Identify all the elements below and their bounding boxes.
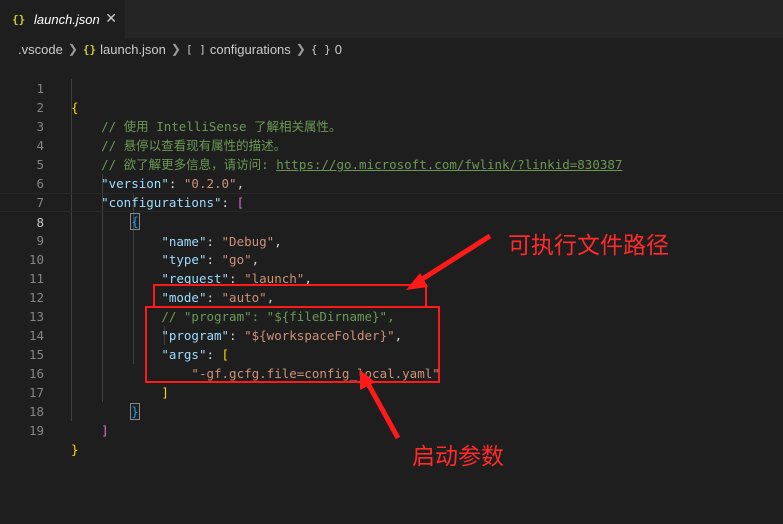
breadcrumb-item-launch-json[interactable]: {} launch.json — [83, 42, 166, 57]
code-line: 1 { — [36, 81, 79, 115]
array-icon: [ ] — [185, 42, 206, 56]
json-file-icon: {} — [82, 42, 97, 56]
breadcrumb-item-vscode[interactable]: .vscode — [18, 42, 63, 57]
tab-bar: {} launch.json ✕ — [0, 0, 783, 38]
json-file-icon: {} — [12, 12, 26, 26]
breadcrumb-label: .vscode — [18, 41, 63, 57]
code-line: 2 // 使用 IntelliSense 了解相关属性。 — [36, 100, 342, 134]
code-line-current: 8 "name": "Debug", — [0, 193, 783, 249]
object-icon: { } — [310, 42, 331, 56]
chevron-right-icon: ❯ — [67, 42, 78, 56]
code-line: 18 ] — [28, 404, 109, 438]
code-line: 3 // 悬停以查看现有属性的描述。 — [36, 119, 287, 153]
tab-launch-json[interactable]: {} launch.json ✕ — [0, 0, 125, 38]
breadcrumb-label: 0 — [334, 41, 342, 57]
program-annotation-label: 可执行文件路径 — [508, 233, 669, 259]
program-highlight-box — [153, 284, 427, 308]
code-line: 4 // 欲了解更多信息，请访问: https://go.microsoft.c… — [36, 138, 623, 172]
breadcrumb-item-0[interactable]: { } 0 — [311, 42, 342, 57]
breadcrumb: .vscode ❯ {} launch.json ❯ [ ] configura… — [0, 38, 783, 60]
args-highlight-box — [145, 306, 440, 383]
code-line: 5 "version": "0.2.0", — [36, 157, 245, 191]
code-line: 19 } — [28, 423, 79, 457]
chevron-right-icon: ❯ — [170, 42, 181, 56]
breadcrumb-label: launch.json — [100, 41, 166, 57]
args-annotation-label: 启动参数 — [412, 444, 504, 470]
breadcrumb-label: configurations — [209, 41, 291, 57]
code-line: 7 { — [36, 195, 140, 230]
tab-label: launch.json — [34, 11, 100, 27]
chevron-right-icon: ❯ — [295, 42, 306, 56]
code-line: 6 "configurations": [ — [36, 176, 245, 210]
breadcrumb-item-configurations[interactable]: [ ] configurations — [186, 42, 291, 57]
close-icon[interactable]: ✕ — [105, 10, 117, 28]
